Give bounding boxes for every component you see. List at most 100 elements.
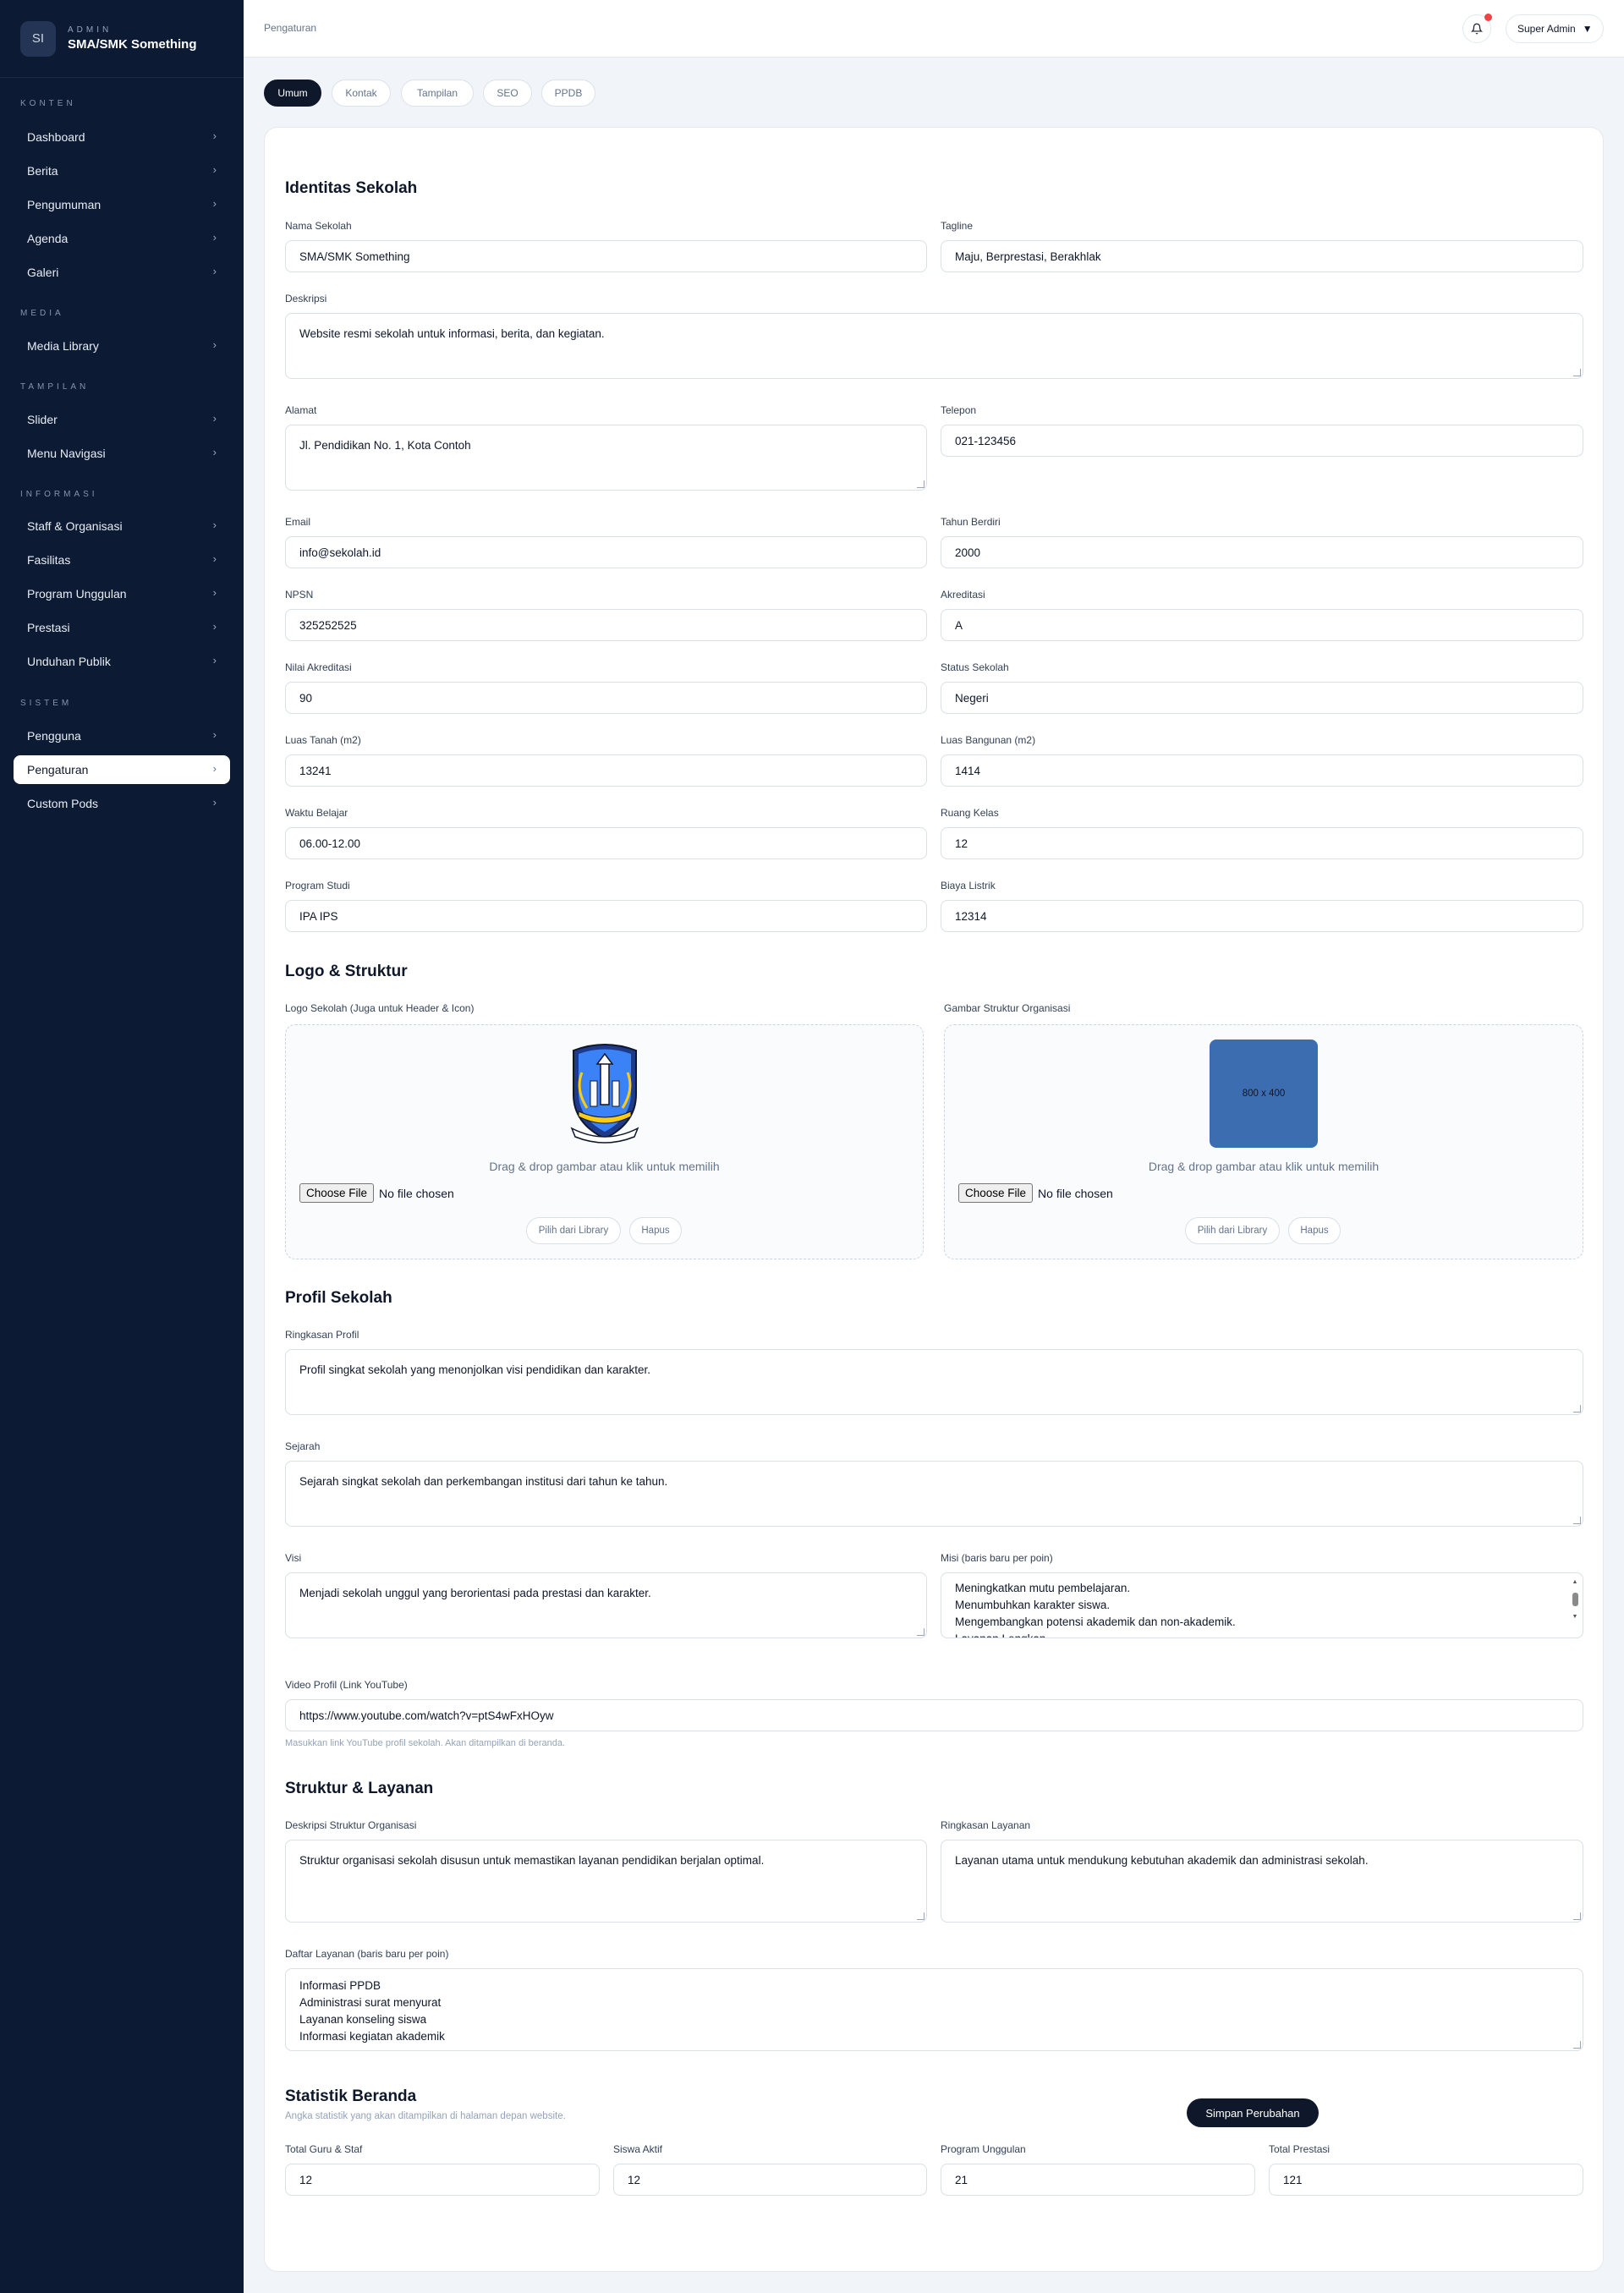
sidebar-item-label: Berita: [27, 164, 58, 178]
logo-upload-dropzone[interactable]: Drag & drop gambar atau klik untuk memil…: [285, 1024, 924, 1259]
luas-bangunan-input[interactable]: 1414: [941, 754, 1583, 787]
tab-seo[interactable]: SEO: [483, 80, 532, 107]
ringkasan-profil-textarea[interactable]: Profil singkat sekolah yang menonjolkan …: [285, 1349, 1583, 1415]
deskripsi-textarea[interactable]: Website resmi sekolah untuk informasi, b…: [285, 313, 1583, 379]
sidebar-item-prestasi[interactable]: Prestasi ›: [14, 613, 230, 642]
label-siswa-aktif: Siswa Aktif: [613, 2143, 663, 2155]
program-studi-input[interactable]: IPA IPS: [285, 900, 927, 932]
resize-handle[interactable]: [1573, 369, 1581, 376]
sidebar-item-label: Staff & Organisasi: [27, 519, 123, 533]
akreditasi-input[interactable]: A: [941, 609, 1583, 641]
resize-handle[interactable]: [1573, 1517, 1581, 1524]
scroll-up-icon[interactable]: ▲: [1571, 1578, 1579, 1586]
sidebar-item-dashboard[interactable]: Dashboard ›: [14, 123, 230, 151]
program-unggulan-input[interactable]: 21: [941, 2164, 1255, 2196]
sidebar-item-unduhan-publik[interactable]: Unduhan Publik ›: [14, 647, 230, 676]
brand-label: ADMIN: [68, 25, 112, 35]
logo-hapus-button[interactable]: Hapus: [629, 1217, 682, 1244]
struktur-hapus-button[interactable]: Hapus: [1288, 1217, 1341, 1244]
sidebar-item-fasilitas[interactable]: Fasilitas ›: [14, 546, 230, 574]
logo-file-input[interactable]: Choose File No file chosen: [299, 1183, 454, 1203]
sidebar-item-staff[interactable]: Staff & Organisasi ›: [14, 512, 230, 540]
ruang-kelas-input[interactable]: 12: [941, 827, 1583, 859]
tab-tampilan[interactable]: Tampilan: [401, 80, 474, 107]
label-sejarah: Sejarah: [285, 1440, 321, 1452]
biaya-listrik-input[interactable]: 12314: [941, 900, 1583, 932]
tagline-input[interactable]: Maju, Berprestasi, Berakhlak: [941, 240, 1583, 272]
brand-avatar: SI: [20, 20, 56, 57]
scroll-down-icon[interactable]: ▼: [1571, 1613, 1579, 1621]
resize-handle[interactable]: [917, 480, 924, 488]
sidebar-item-label: Galeri: [27, 266, 59, 279]
resize-handle[interactable]: [1573, 1405, 1581, 1413]
user-menu-button[interactable]: Super Admin ▼: [1506, 14, 1604, 43]
tab-ppdb[interactable]: PPDB: [541, 80, 595, 107]
sidebar-item-pengumuman[interactable]: Pengumuman ›: [14, 190, 230, 219]
sidebar: SI ADMIN SMA/SMK Something KONTEN Dashbo…: [0, 0, 244, 2293]
struktur-upload-dropzone[interactable]: 800 x 400 Drag & drop gambar atau klik u…: [944, 1024, 1583, 1259]
tab-umum[interactable]: Umum: [264, 80, 321, 107]
label-deskripsi-struktur: Deskripsi Struktur Organisasi: [285, 1819, 417, 1831]
sidebar-item-agenda[interactable]: Agenda ›: [14, 224, 230, 253]
misi-value: Meningkatkan mutu pembelajaran. Menumbuh…: [955, 1582, 1236, 1637]
choose-file-button[interactable]: Choose File: [958, 1183, 1034, 1203]
daftar-layanan-textarea[interactable]: Informasi PPDB Administrasi surat menyur…: [285, 1968, 1583, 2051]
chevron-right-icon: ›: [212, 552, 217, 565]
nilai-akreditasi-input[interactable]: 90: [285, 682, 927, 714]
label-telepon: Telepon: [941, 404, 977, 416]
sidebar-item-label: Fasilitas: [27, 553, 71, 567]
nama-sekolah-input[interactable]: SMA/SMK Something: [285, 240, 927, 272]
sidebar-item-slider[interactable]: Slider ›: [14, 405, 230, 434]
label-ringkasan-profil: Ringkasan Profil: [285, 1329, 359, 1341]
misi-textarea[interactable]: Meningkatkan mutu pembelajaran. Menumbuh…: [941, 1572, 1583, 1638]
struktur-file-input[interactable]: Choose File No file chosen: [958, 1183, 1113, 1203]
deskripsi-struktur-textarea[interactable]: Struktur organisasi sekolah disusun untu…: [285, 1840, 927, 1923]
telepon-input[interactable]: 021-123456: [941, 425, 1583, 457]
luas-tanah-input[interactable]: 13241: [285, 754, 927, 787]
sidebar-item-berita[interactable]: Berita ›: [14, 156, 230, 185]
label-program-studi: Program Studi: [285, 880, 350, 891]
scroll-thumb[interactable]: [1572, 1593, 1578, 1606]
sidebar-item-custom-pods[interactable]: Custom Pods ›: [14, 789, 230, 818]
alamat-textarea[interactable]: Jl. Pendidikan No. 1, Kota Contoh: [285, 425, 927, 491]
resize-handle[interactable]: [1573, 2041, 1581, 2049]
sejarah-textarea[interactable]: Sejarah singkat sekolah dan perkembangan…: [285, 1461, 1583, 1527]
sidebar-item-pengguna[interactable]: Pengguna ›: [14, 721, 230, 750]
brand-name: SMA/SMK Something: [68, 37, 197, 52]
status-sekolah-input[interactable]: Negeri: [941, 682, 1583, 714]
chevron-right-icon: ›: [212, 197, 217, 210]
sidebar-item-galeri[interactable]: Galeri ›: [14, 258, 230, 287]
resize-handle[interactable]: [917, 1628, 924, 1636]
visi-textarea[interactable]: Menjadi sekolah unggul yang berorientasi…: [285, 1572, 927, 1638]
sidebar-item-program-unggulan[interactable]: Program Unggulan ›: [14, 579, 230, 608]
sejarah-value: Sejarah singkat sekolah dan perkembangan…: [299, 1475, 668, 1488]
tab-kontak[interactable]: Kontak: [332, 80, 391, 107]
total-guru-input[interactable]: 12: [285, 2164, 600, 2196]
tahun-berdiri-input[interactable]: 2000: [941, 536, 1583, 568]
resize-handle[interactable]: [917, 1912, 924, 1920]
waktu-belajar-input[interactable]: 06.00-12.00: [285, 827, 927, 859]
struktur-drop-text: Drag & drop gambar atau klik untuk memil…: [1148, 1160, 1380, 1173]
email-input[interactable]: info@sekolah.id: [285, 536, 927, 568]
sidebar-item-pengaturan[interactable]: Pengaturan ›: [14, 755, 230, 784]
logo-library-button[interactable]: Pilih dari Library: [526, 1217, 621, 1244]
resize-handle[interactable]: [1573, 1912, 1581, 1920]
npsn-input[interactable]: 325252525: [285, 609, 927, 641]
sidebar-item-menu-navigasi[interactable]: Menu Navigasi ›: [14, 439, 230, 468]
label-biaya-listrik: Biaya Listrik: [941, 880, 996, 891]
sidebar-item-label: Pengguna: [27, 729, 81, 743]
sidebar-item-label: Unduhan Publik: [27, 655, 111, 668]
siswa-aktif-input[interactable]: 12: [613, 2164, 927, 2196]
total-prestasi-input[interactable]: 121: [1269, 2164, 1583, 2196]
label-waktu-belajar: Waktu Belajar: [285, 807, 348, 819]
deskripsi-struktur-value: Struktur organisasi sekolah disusun untu…: [299, 1854, 765, 1867]
save-button[interactable]: Simpan Perubahan: [1187, 2098, 1319, 2127]
video-profil-input[interactable]: https://www.youtube.com/watch?v=ptS4wFxH…: [285, 1699, 1583, 1731]
choose-file-button[interactable]: Choose File: [299, 1183, 375, 1203]
label-alamat: Alamat: [285, 404, 317, 416]
sidebar-item-media-library[interactable]: Media Library ›: [14, 332, 230, 360]
ringkasan-layanan-textarea[interactable]: Layanan utama untuk mendukung kebutuhan …: [941, 1840, 1583, 1923]
label-total-guru: Total Guru & Staf: [285, 2143, 363, 2155]
misi-scrollbar[interactable]: ▲ ▼: [1571, 1578, 1579, 1631]
struktur-library-button[interactable]: Pilih dari Library: [1185, 1217, 1280, 1244]
